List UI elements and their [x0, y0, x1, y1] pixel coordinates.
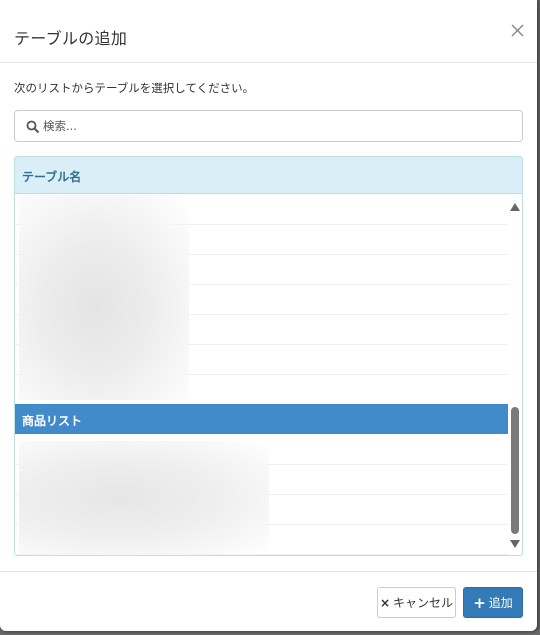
triangle-down-icon[interactable] [510, 540, 520, 548]
column-header-table-name: テーブル名 [22, 170, 82, 184]
redacted-rows-bottom [19, 441, 269, 555]
plus-icon: + [473, 593, 486, 612]
dialog-header: テーブルの追加 [0, 0, 537, 63]
add-button[interactable]: + 追加 [463, 587, 523, 618]
selected-row-label: 商品リスト [22, 414, 83, 428]
instruction-text: 次のリストからテーブルを選択してください。 [14, 81, 255, 95]
triangle-up-icon[interactable] [510, 203, 520, 211]
add-button-label: 追加 [488, 596, 513, 610]
table-row-selected[interactable]: 商品リスト [15, 404, 508, 434]
cancel-button-label: キャンセル [393, 596, 454, 610]
table-header: テーブル名 [15, 157, 522, 194]
add-table-dialog: テーブルの追加 次のリストからテーブルを選択してください。 テーブル名 [0, 0, 537, 631]
search-input[interactable] [43, 115, 513, 137]
table-list: テーブル名 商品リスト [14, 156, 523, 556]
search-icon [26, 120, 40, 134]
redacted-rows-top [19, 195, 189, 400]
close-icon [511, 24, 524, 37]
scrollbar-thumb[interactable] [511, 407, 519, 534]
cancel-button[interactable]: × キャンセル [377, 587, 456, 618]
x-icon: × [379, 595, 391, 610]
search-box[interactable] [14, 110, 523, 142]
dialog-footer: × キャンセル + 追加 [0, 571, 537, 631]
close-button[interactable] [504, 18, 530, 44]
table-rows: 商品リスト [15, 195, 508, 555]
dialog-title: テーブルの追加 [14, 29, 128, 48]
vertical-scrollbar[interactable] [508, 195, 522, 555]
